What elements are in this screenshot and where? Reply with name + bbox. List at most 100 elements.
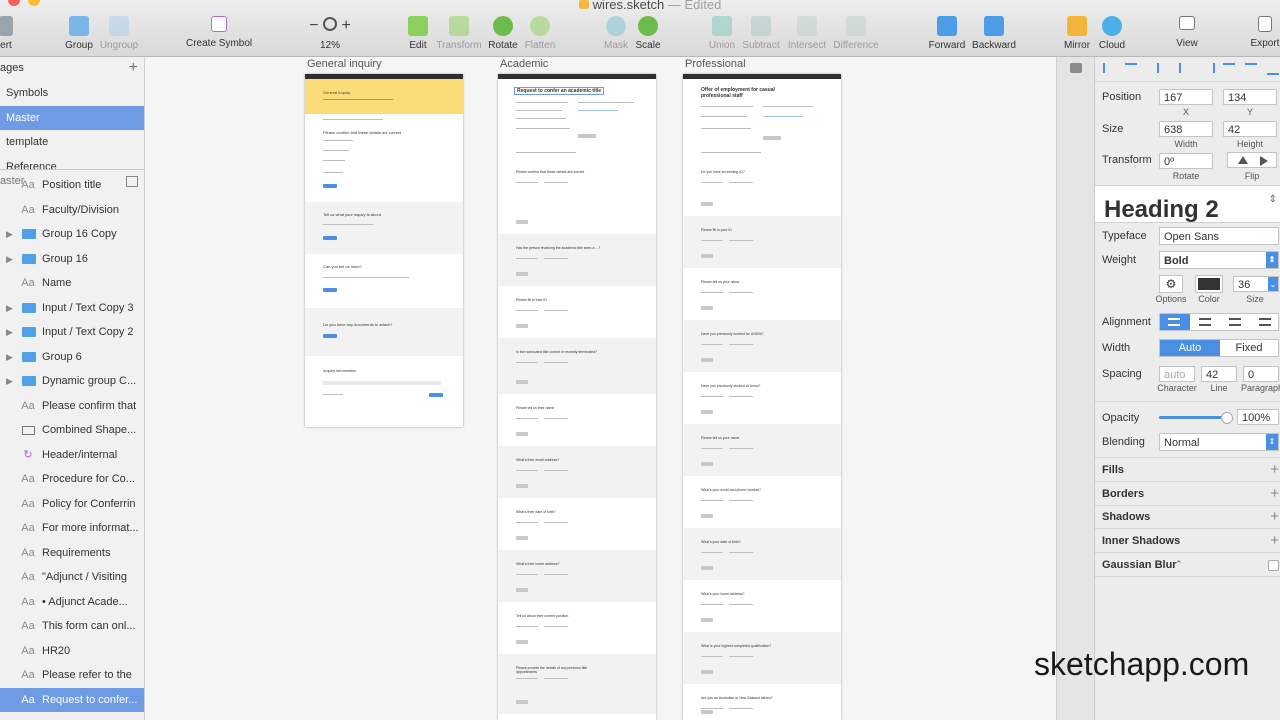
flip-horizontal-icon[interactable] <box>1238 156 1248 164</box>
opacity-slider-knob[interactable] <box>1221 412 1233 424</box>
cloud-button[interactable]: Cloud <box>1097 16 1127 51</box>
page-item-template[interactable]: template <box>0 130 144 154</box>
section-borders[interactable]: Borders <box>1102 488 1144 500</box>
align-right-icon[interactable] <box>1201 63 1215 73</box>
add-shadows-icon[interactable]: + <box>1270 508 1279 525</box>
artboard-academic[interactable]: Request to confer an academic title Plea… <box>498 74 656 720</box>
layer-row[interactable]: Aa Faculty/Division <box>0 198 144 222</box>
mirror-button[interactable]: Mirror <box>1062 16 1092 51</box>
align-left-icon[interactable] <box>1157 63 1171 73</box>
width-auto-option[interactable]: Auto <box>1160 340 1220 356</box>
ungroup-button[interactable]: Ungroup <box>99 16 139 51</box>
zoom-in-button[interactable]: + <box>341 17 350 34</box>
insert-button[interactable]: ert <box>0 16 18 51</box>
typeface-input[interactable]: Open Sans <box>1159 227 1279 245</box>
align-text-center-icon[interactable] <box>1190 314 1220 330</box>
mask-button[interactable]: Mask <box>602 16 630 51</box>
align-center-icon[interactable] <box>1179 63 1193 73</box>
scale-button[interactable]: Scale <box>634 16 662 51</box>
text-color-button[interactable] <box>1195 275 1223 293</box>
layer-row[interactable]: Aa Requirements <box>0 541 144 565</box>
artboard-title-academic[interactable]: Academic <box>500 58 548 70</box>
text-options-button[interactable]: ⚙ <box>1159 275 1183 293</box>
distribute-vertical-icon[interactable] <box>1125 63 1137 75</box>
layer-row[interactable]: Aa Name <box>0 271 144 295</box>
layer-row[interactable]: Aa Procedure for Co... <box>0 467 144 491</box>
layer-row[interactable]: ▶ Input / Text Copy 3 <box>0 296 144 320</box>
disclosure-triangle-icon[interactable]: ▶ <box>6 247 13 271</box>
page-item-reference[interactable]: Reference <box>0 155 144 169</box>
position-x-input[interactable]: 167 <box>1159 89 1213 105</box>
layer-row[interactable]: Aa Please confirm that <box>0 394 144 418</box>
layer-row[interactable]: Aa "Adjunct / Visiting <box>0 565 144 589</box>
canvas[interactable]: General inquiry General inquiry Please c… <box>145 57 1056 720</box>
layer-row[interactable]: Aa Policy for Conferrin <box>0 492 144 516</box>
character-spacing-input[interactable]: auto <box>1159 366 1195 382</box>
forward-button[interactable]: Forward <box>928 16 966 51</box>
section-inner-shadows[interactable]: Inner Shadows <box>1102 535 1180 547</box>
artboard-title-general[interactable]: General inquiry <box>307 58 382 70</box>
blur-enable-checkbox[interactable] <box>1268 559 1279 571</box>
align-middle-icon[interactable] <box>1245 63 1257 75</box>
height-input[interactable]: 42 <box>1223 121 1277 137</box>
layer-row[interactable]: ▶ Input / Text Copy 2 <box>0 320 144 344</box>
create-symbol-button[interactable]: Create Symbol <box>186 16 252 49</box>
selected-heading[interactable]: Request to confer an academic title <box>514 87 605 95</box>
add-borders-icon[interactable]: + <box>1270 485 1279 502</box>
flatten-button[interactable]: Flatten <box>523 16 557 51</box>
add-inner-shadows-icon[interactable]: + <box>1270 532 1279 549</box>
rotate-input[interactable]: 0º <box>1159 153 1213 169</box>
opacity-input[interactable]: 100% <box>1237 409 1279 425</box>
font-size-input[interactable]: 36 ⌄ <box>1233 276 1279 292</box>
disclosure-triangle-icon[interactable]: ▶ <box>6 296 13 320</box>
align-text-left-icon[interactable] <box>1160 314 1190 330</box>
opacity-slider[interactable] <box>1159 412 1233 424</box>
section-gaussian-blur[interactable]: Gaussian Blur <box>1102 559 1177 571</box>
rotate-button[interactable]: Rotate <box>487 16 519 51</box>
weight-select[interactable]: Bold ⇕ <box>1159 251 1279 269</box>
backward-button[interactable]: Backward <box>972 16 1016 51</box>
layer-row[interactable]: ↻ Header/internal <box>0 443 144 467</box>
position-y-input[interactable]: 134 <box>1223 89 1277 105</box>
edit-button[interactable]: Edit <box>405 16 431 51</box>
artboard-general-inquiry[interactable]: General inquiry Please confirm that thes… <box>305 74 463 427</box>
group-button[interactable]: Group <box>64 16 94 51</box>
layer-row[interactable]: Aa HR20 <box>0 639 144 663</box>
layer-row[interactable]: Aa • Adjunct Acade... <box>0 590 144 614</box>
page-item-symbols[interactable]: Symbols <box>0 81 144 105</box>
layer-row[interactable]: ▶ Group 16 <box>0 247 144 271</box>
section-fills[interactable]: Fills <box>1102 464 1124 476</box>
align-toggle-icon[interactable] <box>1070 63 1082 73</box>
disclosure-triangle-icon[interactable]: ▶ <box>6 369 13 393</box>
text-style-picker[interactable]: Heading 2 ⇕ <box>1095 185 1280 223</box>
transform-button[interactable]: Transform <box>436 16 482 51</box>
width-input[interactable]: 638 <box>1159 121 1213 137</box>
layer-row[interactable]: Aa Please refer to the <box>0 663 144 687</box>
line-spacing-input[interactable]: 42 <box>1201 366 1237 382</box>
align-bottom-icon[interactable] <box>1267 63 1279 75</box>
layer-row[interactable]: Aa This form can onl... <box>0 614 144 638</box>
difference-button[interactable]: Difference <box>832 16 880 51</box>
zoom-out-button[interactable]: − <box>309 17 318 34</box>
artboard-professional[interactable]: Offer of employment for casual professio… <box>683 74 841 720</box>
intersect-button[interactable]: Intersect <box>786 16 828 51</box>
artboard-title-professional[interactable]: Professional <box>685 58 746 70</box>
subtract-button[interactable]: Subtract <box>741 16 781 51</box>
layer-row[interactable]: Aa Position title <box>0 180 144 197</box>
blur-type-stepper-icon[interactable]: ⌃ <box>1175 559 1183 570</box>
add-page-button[interactable]: + <box>129 57 138 79</box>
flip-vertical-icon[interactable] <box>1260 156 1268 166</box>
layer-row[interactable]: ▶ Group 6 <box>0 345 144 369</box>
layer-row[interactable]: ▶ Group 16 Copy <box>0 222 144 246</box>
disclosure-triangle-icon[interactable]: ▶ <box>6 320 13 344</box>
align-top-icon[interactable] <box>1223 63 1235 75</box>
layer-row[interactable]: ▶ Dynamic group C... <box>0 369 144 393</box>
blending-select[interactable]: Normal ⇕ <box>1159 433 1279 451</box>
section-shadows[interactable]: Shadows <box>1102 511 1150 523</box>
align-text-justify-icon[interactable] <box>1250 314 1280 330</box>
align-text-right-icon[interactable] <box>1220 314 1250 330</box>
export-button[interactable]: Export <box>1250 16 1280 49</box>
layer-row[interactable]: Aa For more informat... <box>0 516 144 540</box>
union-button[interactable]: Union <box>707 16 737 51</box>
view-button[interactable]: View <box>1172 16 1202 49</box>
